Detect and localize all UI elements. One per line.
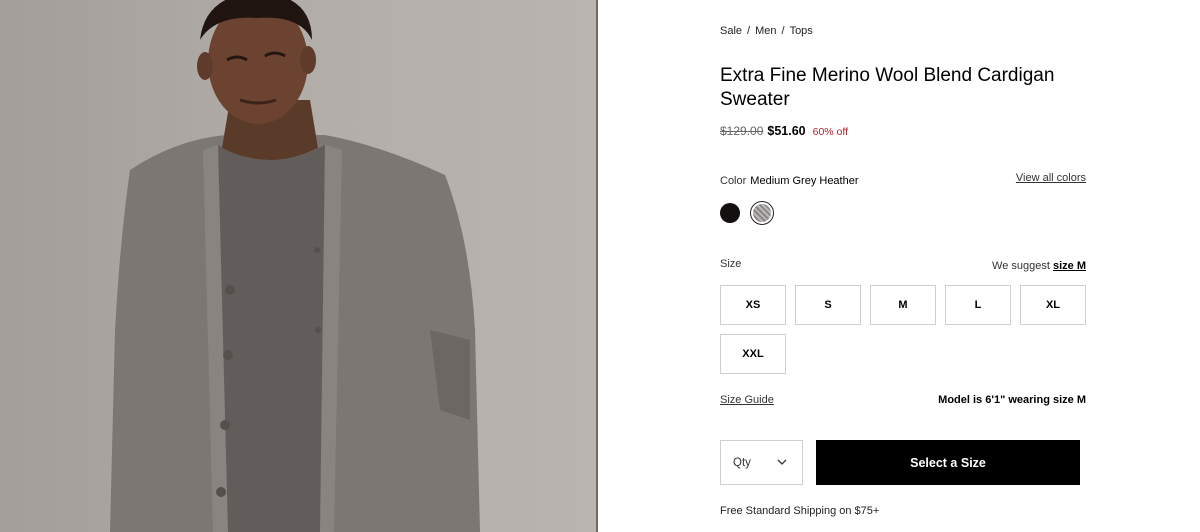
size-button-l[interactable]: L [945,285,1011,325]
size-label: Size [720,258,742,270]
model-size-info: Model is 6'1" wearing size M [938,394,1086,406]
price-block: $129.00 $51.60 60% off [720,124,848,138]
color-label: Color [720,175,747,187]
add-to-bag-button[interactable]: Select a Size [816,440,1080,485]
color-swatches [720,201,774,225]
size-selector-header: Size We suggest size M [720,258,1086,272]
breadcrumb: Sale / Men / Tops [720,25,813,37]
color-selector-header: Color Medium Grey Heather View all colors [720,172,1086,187]
breadcrumb-men[interactable]: Men [755,25,776,37]
suggested-size-link[interactable]: size M [1053,260,1086,272]
view-all-colors-link[interactable]: View all colors [1016,172,1086,184]
quantity-select[interactable]: Qty [720,440,803,485]
swatch-medium-grey-heather[interactable] [750,201,774,225]
discount-badge: 60% off [812,126,849,138]
size-button-m[interactable]: M [870,285,936,325]
selected-color-name: Medium Grey Heather [750,175,859,187]
size-suggestion: We suggest size M [992,260,1086,272]
original-price: $129.00 [720,124,764,138]
suggest-prefix: We suggest [992,260,1050,272]
image-divider [596,0,598,532]
breadcrumb-separator: / [747,25,751,37]
size-guide-link[interactable]: Size Guide [720,394,774,406]
swatch-grey-fill [753,204,771,222]
qty-label: Qty [733,456,751,469]
size-button-s[interactable]: S [795,285,861,325]
breadcrumb-tops[interactable]: Tops [790,25,813,37]
swatch-black[interactable] [720,203,740,223]
model-photo [110,0,480,532]
shipping-info: Free Standard Shipping on $75+ [720,505,880,517]
product-title: Extra Fine Merino Wool Blend Cardigan Sw… [720,65,1055,110]
product-image[interactable] [0,0,598,532]
chevron-down-icon [777,459,787,465]
breadcrumb-separator: / [781,25,785,37]
size-button-xl[interactable]: XL [1020,285,1086,325]
size-button-xxl[interactable]: XXL [720,334,786,374]
sale-price: $51.60 [767,124,806,138]
breadcrumb-sale[interactable]: Sale [720,25,742,37]
size-button-xs[interactable]: XS [720,285,786,325]
